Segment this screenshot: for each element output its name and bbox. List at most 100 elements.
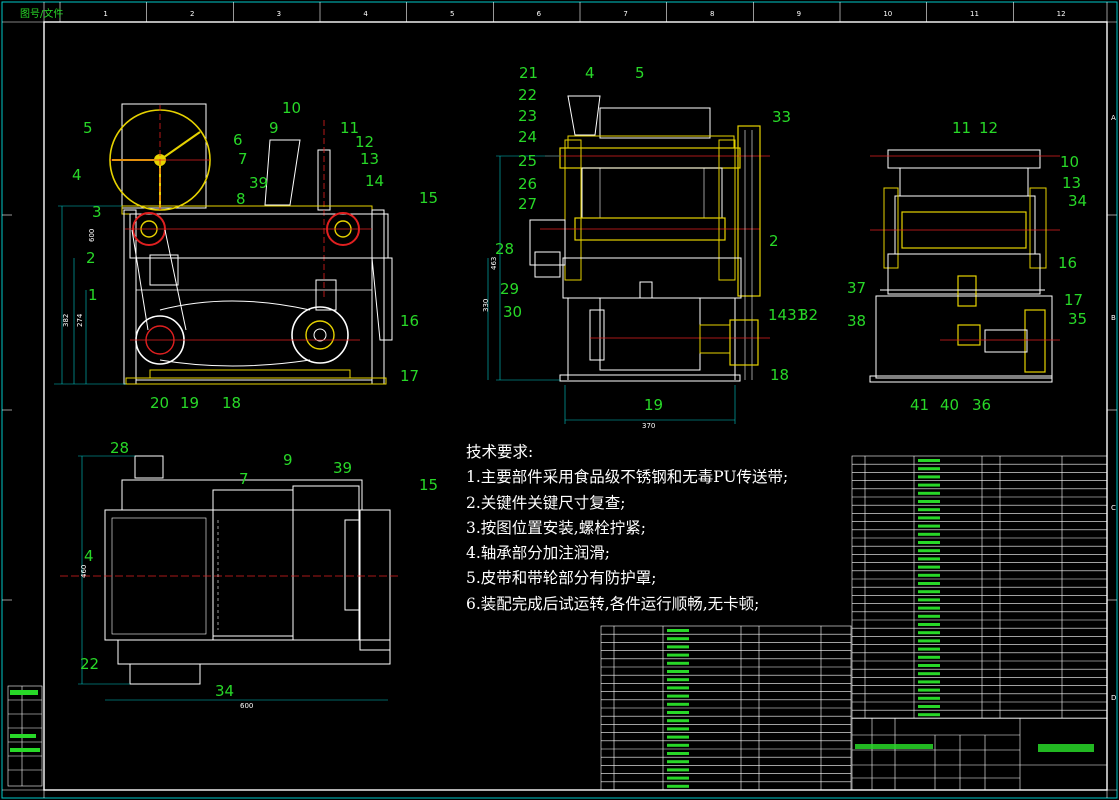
grid-numbers-top: 1 2 3 4 5 6 7 8 9 10 11 12: [59, 2, 1066, 22]
svg-text:24: 24: [518, 128, 537, 146]
svg-text:16: 16: [1058, 254, 1077, 272]
svg-text:10: 10: [1060, 153, 1079, 171]
parts-list-lower: [600, 625, 852, 791]
grid-number: 4: [363, 10, 368, 18]
svg-text:28: 28: [110, 439, 129, 457]
svg-text:274: 274: [76, 313, 84, 327]
svg-text:19: 19: [644, 396, 663, 414]
grid-number: 2: [190, 10, 194, 18]
svg-text:22: 22: [518, 86, 537, 104]
svg-text:15: 15: [419, 476, 438, 494]
svg-text:382: 382: [62, 314, 70, 327]
svg-text:600: 600: [88, 229, 96, 242]
svg-text:D: D: [1111, 694, 1116, 702]
svg-text:9: 9: [269, 119, 279, 137]
right-view: [869, 149, 1060, 383]
tech-req-item: 4.轴承部分加注润滑;: [466, 544, 611, 563]
svg-text:460: 460: [80, 565, 88, 578]
svg-text:30: 30: [503, 303, 522, 321]
grid-number: 10: [883, 10, 892, 18]
svg-text:13: 13: [360, 150, 379, 168]
svg-text:4: 4: [585, 64, 595, 82]
tech-req-item: 1.主要部件采用食品级不锈钢和无毒PU传送带;: [466, 468, 789, 487]
technical-requirements: 技术要求: 1.主要部件采用食品级不锈钢和无毒PU传送带; 2.关键件关键尺寸复…: [466, 440, 788, 617]
svg-text:32: 32: [799, 306, 818, 324]
svg-text:9: 9: [283, 451, 293, 469]
drawing-tag: 图号/文件: [20, 9, 64, 20]
svg-text:33: 33: [772, 108, 791, 126]
svg-text:25: 25: [518, 152, 537, 170]
svg-text:35: 35: [1068, 310, 1087, 328]
svg-text:463: 463: [490, 257, 498, 270]
cad-drawing: 1 2 3 4 5 6 7 8 9 10 11 12 A B C D 600 3…: [1, 1, 1118, 799]
grid-number: 9: [797, 10, 801, 18]
svg-text:40: 40: [940, 396, 959, 414]
grid-number: 6: [537, 10, 542, 18]
svg-text:4: 4: [72, 166, 82, 184]
grid-number: 7: [623, 10, 627, 18]
svg-text:16: 16: [400, 312, 419, 330]
svg-text:1: 1: [88, 286, 98, 304]
svg-text:39: 39: [249, 174, 268, 192]
svg-text:4: 4: [84, 547, 94, 565]
grid-number: 11: [970, 10, 979, 18]
svg-text:41: 41: [910, 396, 929, 414]
tech-req-title: 技术要求:: [466, 443, 534, 461]
svg-text:36: 36: [972, 396, 991, 414]
svg-text:2: 2: [769, 232, 779, 250]
svg-text:27: 27: [518, 195, 537, 213]
tech-req-item: 2.关键件关键尺寸复查;: [466, 493, 626, 512]
svg-text:17: 17: [400, 367, 419, 385]
svg-text:5: 5: [83, 119, 93, 137]
svg-text:26: 26: [518, 175, 537, 193]
svg-text:21: 21: [519, 64, 538, 82]
grid-number: 3: [277, 10, 281, 18]
grid-number: 12: [1057, 10, 1066, 18]
svg-text:19: 19: [180, 394, 199, 412]
svg-text:38: 38: [847, 312, 866, 330]
svg-text:13: 13: [1062, 174, 1081, 192]
svg-text:20: 20: [150, 394, 169, 412]
tech-req-item: 5.皮带和带轮部分有防护罩;: [466, 569, 657, 588]
svg-text:330: 330: [482, 299, 490, 312]
tech-req-item: 6.装配完成后试运转,各件运行顺畅,无卡顿;: [466, 594, 760, 613]
grid-number: 5: [450, 10, 454, 18]
svg-text:600: 600: [240, 702, 253, 710]
parts-list-upper: [851, 455, 1108, 719]
svg-text:22: 22: [80, 655, 99, 673]
svg-text:5: 5: [635, 64, 645, 82]
svg-text:8: 8: [236, 190, 246, 208]
svg-text:28: 28: [495, 240, 514, 258]
svg-text:7: 7: [239, 470, 249, 488]
svg-text:A: A: [1111, 114, 1116, 122]
svg-text:34: 34: [215, 682, 234, 700]
title-block: [851, 717, 1108, 791]
svg-text:C: C: [1111, 504, 1116, 512]
svg-text:B: B: [1111, 314, 1116, 322]
svg-text:11: 11: [340, 119, 359, 137]
svg-text:14: 14: [365, 172, 384, 190]
svg-text:7: 7: [238, 150, 248, 168]
svg-text:6: 6: [233, 131, 243, 149]
svg-text:39: 39: [333, 459, 352, 477]
tech-req-item: 3.按图位置安装,螺栓拧紧;: [466, 518, 646, 537]
top-view: 460 600: [60, 455, 400, 710]
svg-text:370: 370: [642, 422, 655, 430]
svg-text:23: 23: [518, 107, 537, 125]
svg-text:18: 18: [770, 366, 789, 384]
grid-number: 1: [103, 10, 107, 18]
svg-text:18: 18: [222, 394, 241, 412]
svg-text:11: 11: [952, 119, 971, 137]
svg-text:15: 15: [419, 189, 438, 207]
svg-text:37: 37: [847, 279, 866, 297]
svg-text:29: 29: [500, 280, 519, 298]
svg-text:12: 12: [979, 119, 998, 137]
svg-text:17: 17: [1064, 291, 1083, 309]
svg-text:2: 2: [86, 249, 96, 267]
svg-text:3: 3: [92, 203, 102, 221]
svg-text:10: 10: [282, 99, 301, 117]
svg-text:34: 34: [1068, 192, 1087, 210]
grid-number: 8: [710, 10, 714, 18]
front-view: 600 382 274: [54, 103, 393, 385]
side-view: 463 330 370: [482, 95, 770, 430]
